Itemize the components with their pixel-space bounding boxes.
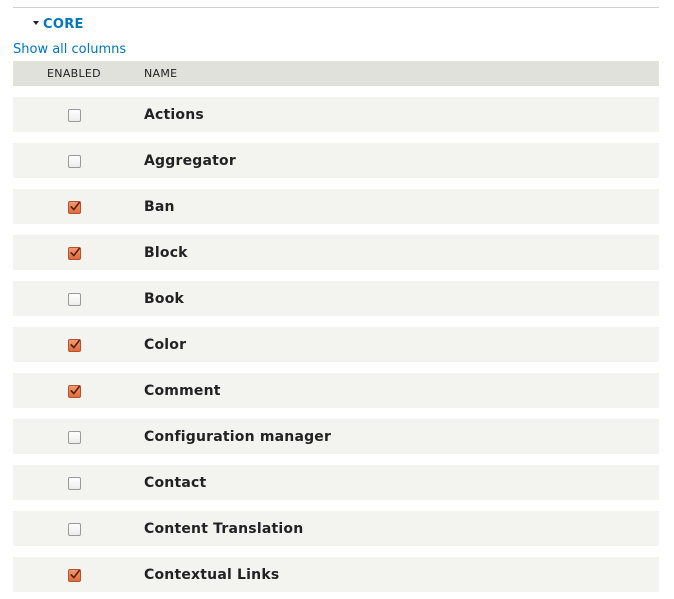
enabled-cell <box>13 429 135 444</box>
module-name: Contact <box>144 474 207 491</box>
module-name: Contextual Links <box>144 566 280 583</box>
module-list-page: CORE Show all columns ENABLED NAME Actio… <box>0 0 674 599</box>
table-row: Content Translation <box>13 511 659 546</box>
checkmark-icon <box>69 247 80 257</box>
enabled-cell <box>13 107 135 122</box>
section-label: CORE <box>43 16 84 32</box>
enabled-cell <box>13 153 135 168</box>
module-name: Actions <box>144 106 204 123</box>
collapse-triangle-icon <box>33 21 39 25</box>
table-row: Configuration manager <box>13 419 659 454</box>
enabled-cell <box>13 521 135 536</box>
module-name: Comment <box>144 382 221 399</box>
module-name: Configuration manager <box>144 428 332 445</box>
module-enable-checkbox[interactable] <box>67 339 81 352</box>
checkmark-icon <box>69 385 80 395</box>
checkmark-icon <box>69 201 80 211</box>
modules-table: ENABLED NAME Actions Aggregator Ban Block Bo… <box>13 61 659 592</box>
module-name: Color <box>144 336 187 353</box>
enabled-cell <box>13 199 135 214</box>
module-enable-checkbox[interactable] <box>67 201 81 214</box>
divider <box>13 7 659 8</box>
table-header: ENABLED NAME <box>13 61 659 86</box>
checkmark-icon <box>69 339 80 349</box>
module-enable-checkbox[interactable] <box>67 431 81 444</box>
table-row: Aggregator <box>13 143 659 178</box>
module-name: Block <box>144 244 188 261</box>
enabled-cell <box>13 567 135 582</box>
checkmark-icon <box>69 569 80 579</box>
module-enable-checkbox[interactable] <box>67 523 81 536</box>
module-enable-checkbox[interactable] <box>67 155 81 168</box>
enabled-cell <box>13 337 135 352</box>
enabled-cell <box>13 245 135 260</box>
table-row: Comment <box>13 373 659 408</box>
table-row: Color <box>13 327 659 362</box>
show-all-columns-link[interactable]: Show all columns <box>13 42 126 57</box>
enabled-cell <box>13 475 135 490</box>
module-name: Content Translation <box>144 520 304 537</box>
module-enable-checkbox[interactable] <box>67 385 81 398</box>
column-header-enabled: ENABLED <box>47 67 101 80</box>
enabled-cell <box>13 291 135 306</box>
module-enable-checkbox[interactable] <box>67 569 81 582</box>
table-row: Contact <box>13 465 659 500</box>
module-enable-checkbox[interactable] <box>67 477 81 490</box>
table-row: Contextual Links <box>13 557 659 592</box>
table-row: Book <box>13 281 659 316</box>
column-header-name: NAME <box>144 67 178 80</box>
table-row: Actions <box>13 97 659 132</box>
table-row: Ban <box>13 189 659 224</box>
module-name: Aggregator <box>144 152 236 169</box>
module-name: Ban <box>144 198 175 215</box>
core-section-toggle[interactable]: CORE <box>33 16 84 32</box>
enabled-cell <box>13 383 135 398</box>
module-enable-checkbox[interactable] <box>67 293 81 306</box>
module-enable-checkbox[interactable] <box>67 109 81 122</box>
table-row: Block <box>13 235 659 270</box>
module-name: Book <box>144 290 185 307</box>
module-enable-checkbox[interactable] <box>67 247 81 260</box>
